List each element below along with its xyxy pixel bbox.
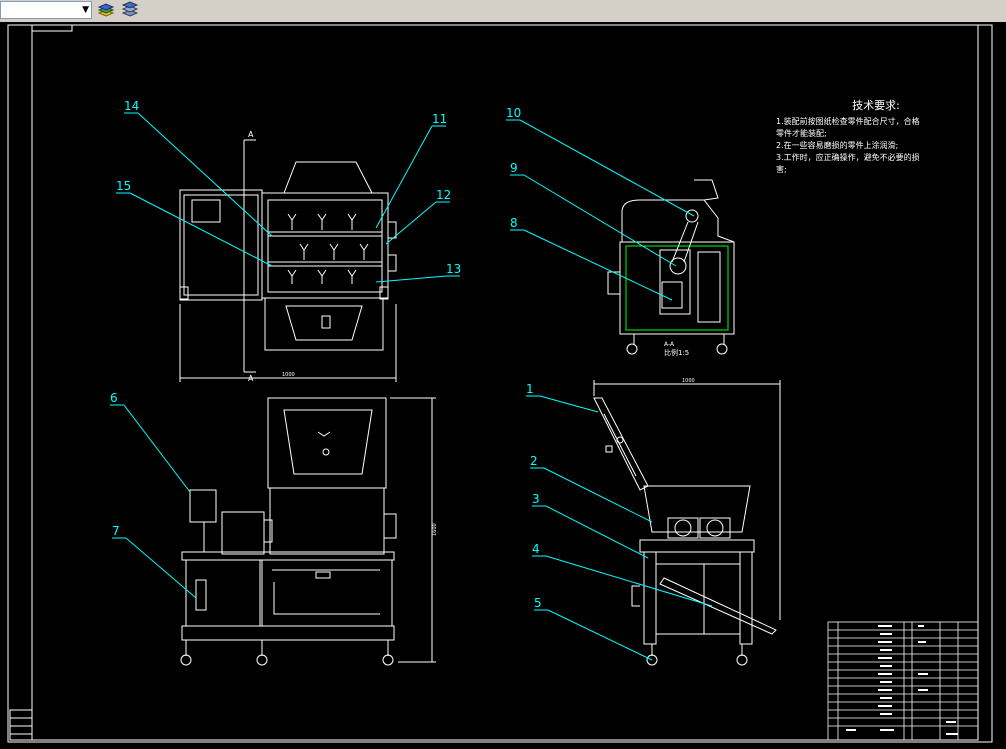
side-view — [593, 380, 781, 666]
balloon-1: 1 — [526, 382, 534, 396]
tech-line-1: 1.装配前按图纸检查零件配合尺寸，合格 — [776, 117, 920, 126]
balloon-11: 11 — [432, 112, 447, 126]
drawing-canvas[interactable]: A A 1000 A-A 比例1:5 1600 1000 14 15 11 12… — [0, 22, 1006, 749]
section-view-label: A-A — [664, 341, 675, 348]
balloon-14: 14 — [124, 99, 139, 113]
layer-stack-icon[interactable] — [120, 1, 140, 19]
balloon-10: 10 — [506, 106, 521, 120]
tech-requirements-title: 技术要求: — [852, 99, 900, 112]
balloon-13: 13 — [446, 262, 461, 276]
chevron-down-icon[interactable]: ▼ — [82, 5, 89, 15]
tech-line-3: 2.在一些容易磨损的零件上涂润滑; — [776, 141, 899, 150]
toolbar: ▼ — [0, 0, 1006, 23]
layer-properties-icon[interactable] — [96, 1, 116, 19]
balloon-12: 12 — [436, 188, 451, 202]
balloon-8: 8 — [510, 216, 518, 230]
balloon-7: 7 — [112, 524, 120, 538]
parts-list-table — [827, 621, 979, 741]
section-label-a-bottom: A — [248, 374, 254, 383]
section-view — [607, 179, 735, 355]
front-view — [180, 397, 436, 666]
balloon-2: 2 — [530, 454, 538, 468]
tech-line-4: 3.工作时，应正确操作，避免不必要的损 — [776, 153, 920, 162]
tech-line-5: 害; — [776, 165, 787, 174]
balloon-6: 6 — [110, 391, 118, 405]
dim-side-width: 1000 — [682, 378, 695, 384]
sheet-corner-box — [31, 24, 73, 32]
dim-front-height: 1600 — [432, 523, 438, 536]
top-view — [179, 139, 397, 382]
section-label-a-top: A — [248, 130, 254, 139]
layer-dropdown[interactable]: ▼ — [0, 1, 92, 19]
dim-top-width: 1000 — [282, 372, 295, 378]
balloon-3: 3 — [532, 492, 540, 506]
balloon-15: 15 — [116, 179, 131, 193]
technical-requirements: 技术要求: 1.装配前按图纸检查零件配合尺寸，合格 零件才能装配; 2.在一些容… — [776, 100, 976, 176]
tech-line-2: 零件才能装配; — [776, 129, 827, 138]
sheet-side-block — [9, 709, 33, 741]
scale-label: 比例1:5 — [664, 348, 689, 357]
balloon-9: 9 — [510, 161, 518, 175]
balloon-5: 5 — [534, 596, 542, 610]
balloon-4: 4 — [532, 542, 540, 556]
